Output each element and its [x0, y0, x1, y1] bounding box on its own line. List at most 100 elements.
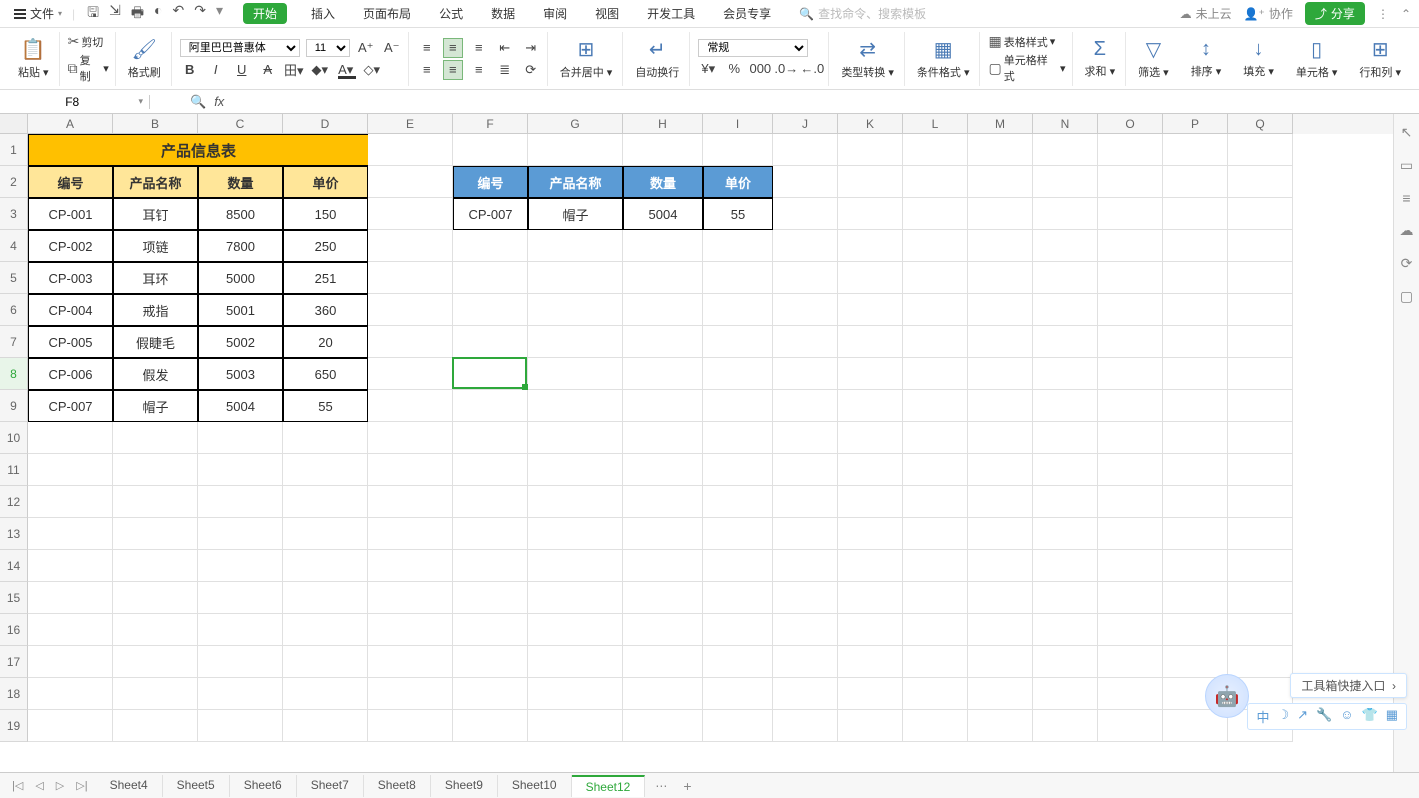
cell-D8[interactable]: 650 — [283, 358, 368, 390]
print-icon[interactable]: 🖶 — [131, 2, 144, 26]
cell-I12[interactable] — [703, 486, 773, 518]
preview-icon[interactable]: ◐ — [154, 2, 162, 26]
cell-L17[interactable] — [903, 646, 968, 678]
sheet-tab-Sheet4[interactable]: Sheet4 — [96, 775, 163, 797]
cell-B6[interactable]: 戒指 — [113, 294, 198, 326]
cell-N12[interactable] — [1033, 486, 1098, 518]
cell-K16[interactable] — [838, 614, 903, 646]
mini-moon-icon[interactable]: ☽ — [1277, 707, 1289, 726]
cell-I4[interactable] — [703, 230, 773, 262]
cell-A1[interactable]: 产品信息表 — [28, 134, 368, 166]
paste-button[interactable]: 📋 粘贴 ▾ — [14, 35, 53, 82]
row-header-15[interactable]: 15 — [0, 582, 28, 614]
cell-Q1[interactable] — [1228, 134, 1293, 166]
wrap-text-button[interactable]: ↵自动换行 — [631, 35, 683, 82]
cell-G1[interactable] — [528, 134, 623, 166]
clear-format-button[interactable]: ◇▾ — [362, 60, 382, 80]
cell-L7[interactable] — [903, 326, 968, 358]
cell-J15[interactable] — [773, 582, 838, 614]
cell-C5[interactable]: 5000 — [198, 262, 283, 294]
cell-E5[interactable] — [368, 262, 453, 294]
more-menu-icon[interactable]: ⋮ — [1377, 7, 1389, 21]
cell-F4[interactable] — [453, 230, 528, 262]
cell-K18[interactable] — [838, 678, 903, 710]
fill-button[interactable]: ↓填充 ▾ — [1239, 36, 1278, 81]
cell-E3[interactable] — [368, 198, 453, 230]
sheet-tab-Sheet5[interactable]: Sheet5 — [163, 775, 230, 797]
cell-L12[interactable] — [903, 486, 968, 518]
cell-C4[interactable]: 7800 — [198, 230, 283, 262]
cell-B4[interactable]: 项链 — [113, 230, 198, 262]
fill-color-button[interactable]: ◆▾ — [310, 60, 330, 80]
cell-J7[interactable] — [773, 326, 838, 358]
export-icon[interactable]: ⇲ — [109, 2, 121, 26]
decrease-decimal-button[interactable]: ←.0 — [802, 59, 822, 79]
cut-button[interactable]: ✂剪切 — [68, 33, 104, 50]
cell-O19[interactable] — [1098, 710, 1163, 742]
cell-M12[interactable] — [968, 486, 1033, 518]
col-header-O[interactable]: O — [1098, 114, 1163, 134]
cell-Q8[interactable] — [1228, 358, 1293, 390]
tab-review[interactable]: 审阅 — [539, 3, 571, 24]
cell-D10[interactable] — [283, 422, 368, 454]
cell-G19[interactable] — [528, 710, 623, 742]
sidebar-select-icon[interactable]: ▭ — [1400, 157, 1413, 174]
cell-O6[interactable] — [1098, 294, 1163, 326]
cell-Q10[interactable] — [1228, 422, 1293, 454]
cell-F15[interactable] — [453, 582, 528, 614]
qa-more-icon[interactable]: ▾ — [216, 2, 223, 26]
col-header-I[interactable]: I — [703, 114, 773, 134]
cell-I11[interactable] — [703, 454, 773, 486]
cell-K15[interactable] — [838, 582, 903, 614]
cell-D5[interactable]: 251 — [283, 262, 368, 294]
cell-F19[interactable] — [453, 710, 528, 742]
cell-A16[interactable] — [28, 614, 113, 646]
cell-J17[interactable] — [773, 646, 838, 678]
col-header-H[interactable]: H — [623, 114, 703, 134]
strikethrough-button[interactable]: A — [258, 60, 278, 80]
cell-B15[interactable] — [113, 582, 198, 614]
cell-N16[interactable] — [1033, 614, 1098, 646]
cell-G12[interactable] — [528, 486, 623, 518]
cell-H3[interactable]: 5004 — [623, 198, 703, 230]
cell-D7[interactable]: 20 — [283, 326, 368, 358]
cell-Q17[interactable] — [1228, 646, 1293, 678]
cell-I3[interactable]: 55 — [703, 198, 773, 230]
cell-P16[interactable] — [1163, 614, 1228, 646]
cell-K2[interactable] — [838, 166, 903, 198]
col-header-G[interactable]: G — [528, 114, 623, 134]
cell-B10[interactable] — [113, 422, 198, 454]
align-middle-button[interactable]: ≡ — [443, 38, 463, 58]
cell-A12[interactable] — [28, 486, 113, 518]
cell-O3[interactable] — [1098, 198, 1163, 230]
command-search[interactable]: 🔍 查找命令、搜索模板 — [799, 5, 926, 22]
row-header-3[interactable]: 3 — [0, 198, 28, 230]
cell-O11[interactable] — [1098, 454, 1163, 486]
cell-G18[interactable] — [528, 678, 623, 710]
tab-devtools[interactable]: 开发工具 — [643, 3, 699, 24]
percent-button[interactable]: % — [724, 59, 744, 79]
cell-A7[interactable]: CP-005 — [28, 326, 113, 358]
sum-button[interactable]: Σ求和 ▾ — [1081, 36, 1120, 81]
select-all-corner[interactable] — [0, 114, 28, 134]
cell-H11[interactable] — [623, 454, 703, 486]
cell-A9[interactable]: CP-007 — [28, 390, 113, 422]
cell-O1[interactable] — [1098, 134, 1163, 166]
sheet-nav-next[interactable]: ▷ — [52, 779, 68, 792]
cell-A18[interactable] — [28, 678, 113, 710]
cell-G15[interactable] — [528, 582, 623, 614]
cell-P8[interactable] — [1163, 358, 1228, 390]
cell-A14[interactable] — [28, 550, 113, 582]
cell-I13[interactable] — [703, 518, 773, 550]
cell-O14[interactable] — [1098, 550, 1163, 582]
cell-Q13[interactable] — [1228, 518, 1293, 550]
cell-C8[interactable]: 5003 — [198, 358, 283, 390]
cell-B16[interactable] — [113, 614, 198, 646]
cell-G6[interactable] — [528, 294, 623, 326]
cell-C19[interactable] — [198, 710, 283, 742]
cell-P9[interactable] — [1163, 390, 1228, 422]
cell-B9[interactable]: 帽子 — [113, 390, 198, 422]
cell-L6[interactable] — [903, 294, 968, 326]
cell-A19[interactable] — [28, 710, 113, 742]
row-header-19[interactable]: 19 — [0, 710, 28, 742]
